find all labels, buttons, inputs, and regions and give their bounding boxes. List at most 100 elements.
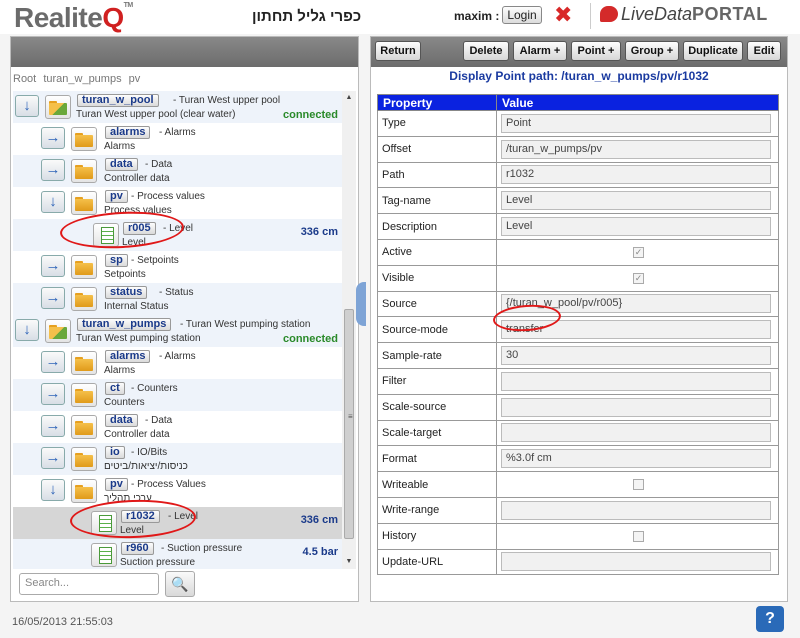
node-tag[interactable]: data <box>105 158 138 171</box>
scroll-up-icon[interactable]: ▲ <box>342 91 356 105</box>
duplicate-button[interactable]: Duplicate <box>683 41 743 61</box>
scale-source-field[interactable] <box>501 397 771 417</box>
write-range-field[interactable] <box>501 500 771 520</box>
expand-right-arrow-icon[interactable]: → <box>41 351 65 373</box>
node-description: - Process Values <box>131 479 206 490</box>
tag-name-field[interactable]: Level <box>501 191 771 211</box>
node-tag[interactable]: alarms <box>105 350 151 363</box>
tree-node[interactable]: → alarms - Alarms Alarms <box>13 347 342 379</box>
search-input[interactable]: Search... <box>19 573 159 595</box>
expand-right-arrow-icon[interactable]: → <box>41 159 65 181</box>
node-subtitle: Setpoints <box>104 269 146 280</box>
folder-icon[interactable] <box>71 127 97 151</box>
folder-icon[interactable] <box>71 159 97 183</box>
tree-node[interactable]: r960 - Suction pressure Suction pressure 4.… <box>13 539 342 569</box>
folder-icon[interactable] <box>71 383 97 407</box>
tree-node[interactable]: → status - Status Internal Status <box>13 283 342 315</box>
expand-right-arrow-icon[interactable]: → <box>41 255 65 277</box>
add-point-button[interactable]: Point + <box>571 41 621 61</box>
property-value-cell: %3.0f cm <box>496 445 779 473</box>
node-tag[interactable]: turan_w_pool <box>77 94 159 107</box>
property-value-cell <box>496 393 779 421</box>
folder-icon[interactable] <box>71 447 97 471</box>
expand-down-arrow-icon[interactable]: ↓ <box>15 95 39 117</box>
tree-node[interactable]: → data - Data Controller data <box>13 411 342 443</box>
visible-checkbox[interactable]: ✓ <box>633 272 644 284</box>
panel-splitter-handle[interactable] <box>356 282 366 326</box>
expand-down-arrow-icon[interactable]: ↓ <box>15 319 39 341</box>
scroll-thumb[interactable]: ≡ <box>344 309 354 539</box>
tree-node[interactable]: ↓ turan_w_pool - Turan West upper pool Tura… <box>13 91 342 123</box>
path-field[interactable]: r1032 <box>501 165 771 185</box>
history-checkbox[interactable] <box>633 530 644 542</box>
delete-button[interactable]: Delete <box>463 41 509 61</box>
close-icon[interactable]: ✖ <box>554 2 572 28</box>
node-tag[interactable]: data <box>105 414 138 427</box>
add-group-button[interactable]: Group + <box>625 41 679 61</box>
node-tag[interactable]: io <box>105 446 125 459</box>
description-field[interactable]: Level <box>501 217 771 237</box>
tree-scrollbar[interactable]: ▲ ≡ ▼ <box>342 91 356 569</box>
station-folder-icon[interactable] <box>45 319 71 343</box>
node-description: - Counters <box>131 383 178 394</box>
folder-icon[interactable] <box>71 191 97 215</box>
expand-right-arrow-icon[interactable]: → <box>41 415 65 437</box>
help-button[interactable]: ? <box>756 606 784 632</box>
property-row: Scale-target <box>377 419 779 447</box>
offset-field[interactable]: /turan_w_pumps/pv <box>501 139 771 159</box>
format-field[interactable]: %3.0f cm <box>501 449 771 469</box>
folder-icon[interactable] <box>71 287 97 311</box>
top-header: RealiteQTM כפרי גליל תחתון maxim : Login… <box>0 0 800 34</box>
add-alarm-button[interactable]: Alarm + <box>513 41 567 61</box>
expand-right-arrow-icon[interactable]: → <box>41 127 65 149</box>
folder-icon[interactable] <box>71 415 97 439</box>
property-name: History <box>377 522 497 550</box>
node-subtitle: Controller data <box>104 173 170 184</box>
folder-icon[interactable] <box>71 479 97 503</box>
property-value-cell: /turan_w_pumps/pv <box>496 135 779 163</box>
property-name: Type <box>377 110 497 137</box>
return-button[interactable]: Return <box>375 41 421 61</box>
node-tag[interactable]: pv <box>105 478 128 491</box>
writeable-checkbox[interactable] <box>633 479 644 491</box>
property-name: Sample-rate <box>377 342 497 369</box>
update-url-field[interactable] <box>501 552 771 572</box>
tree-node[interactable]: ↓ pv - Process Values ערכי תהליך <box>13 475 342 507</box>
node-tag[interactable]: status <box>105 286 148 299</box>
tree-node[interactable]: → data - Data Controller data <box>13 155 342 187</box>
node-tag[interactable]: alarms <box>105 126 151 139</box>
node-tag[interactable]: sp <box>105 254 128 267</box>
node-tag[interactable]: turan_w_pumps <box>77 318 172 331</box>
breadcrumb-item[interactable]: Root <box>13 73 36 85</box>
sample-rate-field[interactable]: 30 <box>501 346 771 366</box>
expand-down-arrow-icon[interactable]: ↓ <box>41 191 65 213</box>
expand-right-arrow-icon[interactable]: → <box>41 383 65 405</box>
breadcrumb-item[interactable]: pv <box>129 73 141 85</box>
tree-node[interactable]: → io - IO/Bits כניסות/יציאות/ביטים <box>13 443 342 475</box>
tree-node[interactable]: ↓ turan_w_pumps - Turan West pumping stati… <box>13 315 342 347</box>
node-tag[interactable]: ct <box>105 382 125 395</box>
scroll-down-icon[interactable]: ▼ <box>342 555 356 569</box>
tree-node[interactable]: → sp - Setpoints Setpoints <box>13 251 342 283</box>
expand-right-arrow-icon[interactable]: → <box>41 447 65 469</box>
login-button[interactable]: Login <box>502 6 542 24</box>
expand-right-arrow-icon[interactable]: → <box>41 287 65 309</box>
station-folder-icon[interactable] <box>45 95 71 119</box>
tree-node[interactable]: → alarms - Alarms Alarms <box>13 123 342 155</box>
scale-target-field[interactable] <box>501 423 771 443</box>
tree-node[interactable]: → ct - Counters Counters <box>13 379 342 411</box>
folder-icon[interactable] <box>71 351 97 375</box>
type-field[interactable]: Point <box>501 113 771 133</box>
search-button[interactable]: 🔍 <box>165 571 195 597</box>
filter-field[interactable] <box>501 371 771 391</box>
document-icon[interactable] <box>91 543 117 567</box>
expand-down-arrow-icon[interactable]: ↓ <box>41 479 65 501</box>
node-tag[interactable]: pv <box>105 190 128 203</box>
breadcrumb-item[interactable]: turan_w_pumps <box>43 73 121 85</box>
edit-button[interactable]: Edit <box>747 41 781 61</box>
folder-icon[interactable] <box>71 255 97 279</box>
node-tag[interactable]: r960 <box>121 542 154 555</box>
tree-node[interactable]: ↓ pv - Process values Process values <box>13 187 342 219</box>
magnifier-icon: 🔍 <box>171 576 189 592</box>
active-checkbox[interactable]: ✓ <box>633 246 644 258</box>
